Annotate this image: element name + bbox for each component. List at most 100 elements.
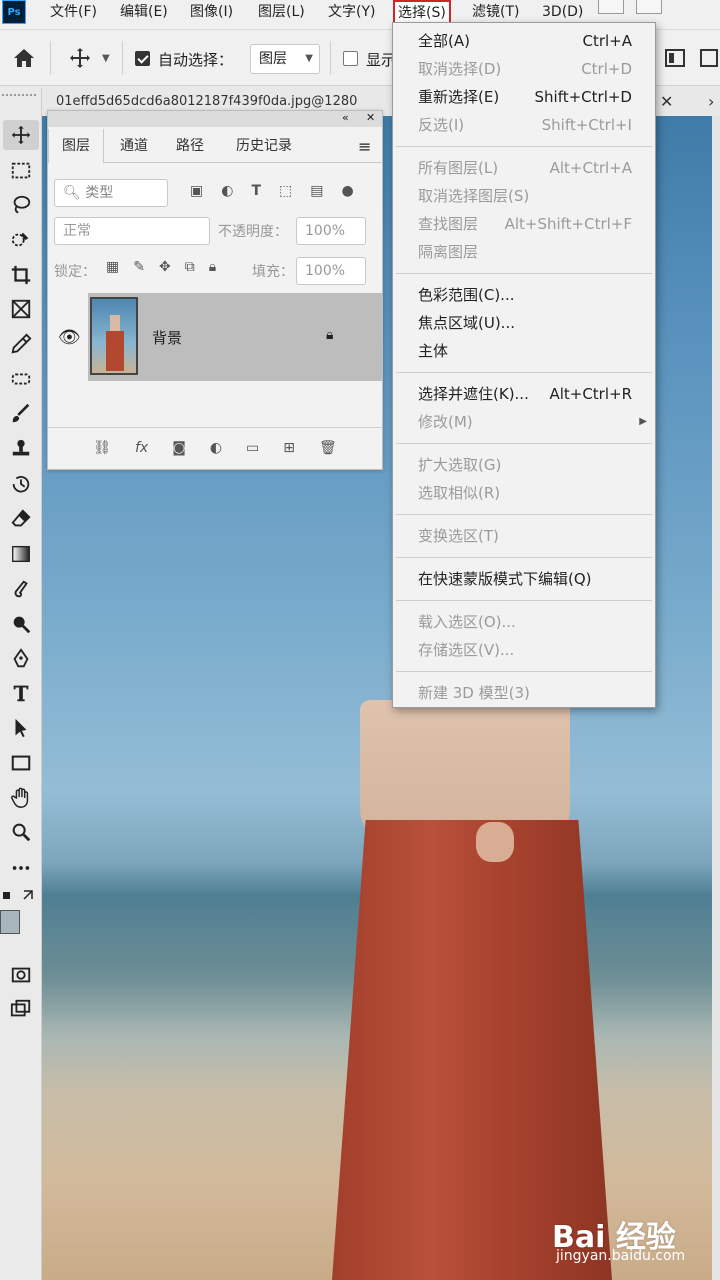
new-layer-icon[interactable]: ⊞ bbox=[283, 440, 295, 456]
lock-brush-icon[interactable]: ✎ bbox=[133, 259, 145, 275]
distribute-icon[interactable] bbox=[700, 48, 718, 72]
eraser-tool-icon[interactable] bbox=[3, 504, 39, 534]
zoom-tool-icon[interactable] bbox=[3, 817, 39, 847]
collapse-icon[interactable]: « bbox=[342, 111, 349, 124]
chevron-right-icon[interactable]: › bbox=[708, 92, 714, 111]
fx-icon[interactable]: fx bbox=[135, 440, 148, 456]
tab-channels[interactable]: 通道 bbox=[106, 129, 162, 163]
delete-layer-icon[interactable]: 🗑︎ bbox=[319, 440, 337, 456]
select-menu-item[interactable]: 重新选择(E) Shift+Ctrl+D bbox=[393, 83, 655, 111]
select-menu-item[interactable]: 在快速蒙版模式下编辑(Q) bbox=[393, 565, 655, 593]
rectangle-tool-icon[interactable] bbox=[3, 748, 39, 778]
maximize-button[interactable] bbox=[636, 0, 662, 14]
type-tool-icon[interactable] bbox=[3, 678, 39, 708]
select-menu-item[interactable]: 选择并遮住(K)... Alt+Ctrl+R bbox=[393, 380, 655, 408]
menu-layer[interactable]: 图层(L) bbox=[258, 3, 305, 23]
minimize-button[interactable] bbox=[598, 0, 624, 14]
select-menu-item[interactable]: 所有图层(L) Alt+Ctrl+A bbox=[393, 154, 655, 182]
select-menu-item[interactable]: 焦点区域(U)... bbox=[393, 309, 655, 337]
menu-type[interactable]: 文字(Y) bbox=[328, 3, 375, 23]
lasso-tool-icon[interactable] bbox=[3, 190, 39, 220]
filter-toggle-icon[interactable]: ● bbox=[341, 183, 353, 203]
select-menu-item[interactable]: 存储选区(V)... bbox=[393, 636, 655, 664]
new-group-icon[interactable]: ▭ bbox=[246, 440, 259, 456]
crop-tool-icon[interactable] bbox=[3, 260, 39, 290]
path-selection-tool-icon[interactable] bbox=[3, 713, 39, 743]
select-menu-item[interactable]: 扩大选取(G) bbox=[393, 451, 655, 479]
gradient-tool-icon[interactable] bbox=[3, 539, 39, 569]
lock-position-icon[interactable]: ✥ bbox=[159, 259, 171, 275]
hand-tool-icon[interactable] bbox=[3, 783, 39, 813]
panel-menu-icon[interactable]: ≡ bbox=[358, 137, 371, 156]
select-menu-item[interactable]: 新建 3D 模型(3) bbox=[393, 679, 655, 707]
healing-brush-tool-icon[interactable] bbox=[3, 364, 39, 394]
frame-tool-icon[interactable] bbox=[3, 294, 39, 324]
select-menu-item[interactable]: 查找图层 Alt+Shift+Ctrl+F bbox=[393, 210, 655, 238]
smudge-tool-icon[interactable] bbox=[3, 574, 39, 604]
menu-image[interactable]: 图像(I) bbox=[190, 3, 233, 23]
eye-icon[interactable]: 👁︎ bbox=[58, 327, 81, 348]
marquee-tool-icon[interactable] bbox=[3, 156, 39, 186]
move-tool-icon[interactable] bbox=[3, 120, 39, 150]
select-menu-item[interactable]: 选取相似(R) bbox=[393, 479, 655, 507]
quick-selection-tool-icon[interactable] bbox=[3, 225, 39, 255]
lock-transparent-icon[interactable]: ▦ bbox=[106, 259, 119, 275]
tab-paths[interactable]: 路径 bbox=[162, 129, 218, 163]
close-icon[interactable]: ✕ bbox=[660, 92, 673, 111]
panel-header[interactable]: « ✕ bbox=[48, 111, 382, 127]
opacity-input[interactable]: 100% bbox=[296, 217, 366, 245]
document-tab-title[interactable]: 01effd5d65dcd6a8012187f439f0da.jpg@1280 bbox=[56, 94, 357, 109]
select-menu-item[interactable]: 变换选区(T) bbox=[393, 522, 655, 550]
align-icon[interactable] bbox=[664, 48, 686, 72]
layer-name[interactable]: 背景 bbox=[152, 327, 182, 348]
clone-stamp-tool-icon[interactable] bbox=[3, 434, 39, 464]
menu-file[interactable]: 文件(F) bbox=[50, 3, 97, 23]
quick-mask-icon[interactable] bbox=[3, 960, 39, 990]
select-menu-item[interactable]: 色彩范围(C)... bbox=[393, 281, 655, 309]
add-mask-icon[interactable]: ◙ bbox=[172, 440, 186, 456]
auto-select-target-dropdown[interactable]: 图层 ▼ bbox=[250, 44, 320, 74]
foreground-color-swatch[interactable] bbox=[0, 910, 20, 934]
type-filter-icon[interactable]: T bbox=[251, 183, 261, 203]
select-menu-item[interactable]: 主体 bbox=[393, 337, 655, 365]
select-menu-item[interactable]: 取消选择图层(S) bbox=[393, 182, 655, 210]
menu-edit[interactable]: 编辑(E) bbox=[120, 3, 168, 23]
pixel-filter-icon[interactable]: ▣ bbox=[190, 183, 203, 203]
shape-filter-icon[interactable]: ⬚ bbox=[279, 183, 292, 203]
tab-history[interactable]: 历史记录 bbox=[220, 129, 308, 163]
tab-layers[interactable]: 图层 bbox=[48, 129, 104, 163]
layer-row[interactable]: 👁︎ 背景 🔒︎ bbox=[48, 293, 382, 381]
select-menu-item[interactable]: 全部(A) Ctrl+A bbox=[393, 27, 655, 55]
blend-mode-dropdown[interactable]: 正常 bbox=[54, 217, 210, 245]
link-layers-icon[interactable]: ⛓︎ bbox=[93, 440, 111, 456]
swap-colors-icon[interactable] bbox=[2, 888, 38, 904]
home-icon[interactable] bbox=[12, 46, 36, 74]
select-menu-item[interactable]: 修改(M) ▶ bbox=[393, 408, 655, 436]
fill-input[interactable]: 100% bbox=[296, 257, 366, 285]
menu-filter[interactable]: 滤镜(T) bbox=[472, 3, 519, 23]
pen-tool-icon[interactable] bbox=[3, 644, 39, 674]
panel-grip[interactable] bbox=[2, 94, 36, 100]
lock-icon[interactable]: 🔒︎ bbox=[326, 327, 333, 343]
select-menu-item[interactable]: 载入选区(O)... bbox=[393, 608, 655, 636]
smart-object-filter-icon[interactable]: ▤ bbox=[310, 183, 323, 203]
select-menu-item[interactable]: 取消选择(D) Ctrl+D bbox=[393, 55, 655, 83]
lock-all-icon[interactable]: 🔒︎ bbox=[209, 259, 216, 275]
lock-artboard-icon[interactable]: ⧉ bbox=[185, 259, 195, 275]
more-tools-icon[interactable] bbox=[3, 853, 39, 883]
select-menu-item[interactable]: 反选(I) Shift+Ctrl+I bbox=[393, 111, 655, 139]
dodge-tool-icon[interactable] bbox=[3, 609, 39, 639]
layer-filter-dropdown[interactable]: 🔍︎ 类型 bbox=[54, 179, 168, 207]
adjustment-layer-icon[interactable]: ◐ bbox=[210, 440, 222, 456]
adjustment-filter-icon[interactable]: ◐ bbox=[221, 183, 233, 203]
move-tool-icon[interactable] bbox=[68, 46, 92, 74]
vertical-scrollbar[interactable] bbox=[712, 116, 720, 1280]
close-icon[interactable]: ✕ bbox=[366, 111, 375, 124]
show-transform-checkbox[interactable] bbox=[343, 51, 358, 66]
brush-tool-icon[interactable] bbox=[3, 399, 39, 429]
history-brush-tool-icon[interactable] bbox=[3, 469, 39, 499]
select-menu-item[interactable]: 隔离图层 bbox=[393, 238, 655, 266]
screen-mode-icon[interactable] bbox=[3, 994, 39, 1024]
menu-3d[interactable]: 3D(D) bbox=[542, 3, 583, 23]
chevron-down-icon[interactable]: ▼ bbox=[102, 53, 110, 64]
